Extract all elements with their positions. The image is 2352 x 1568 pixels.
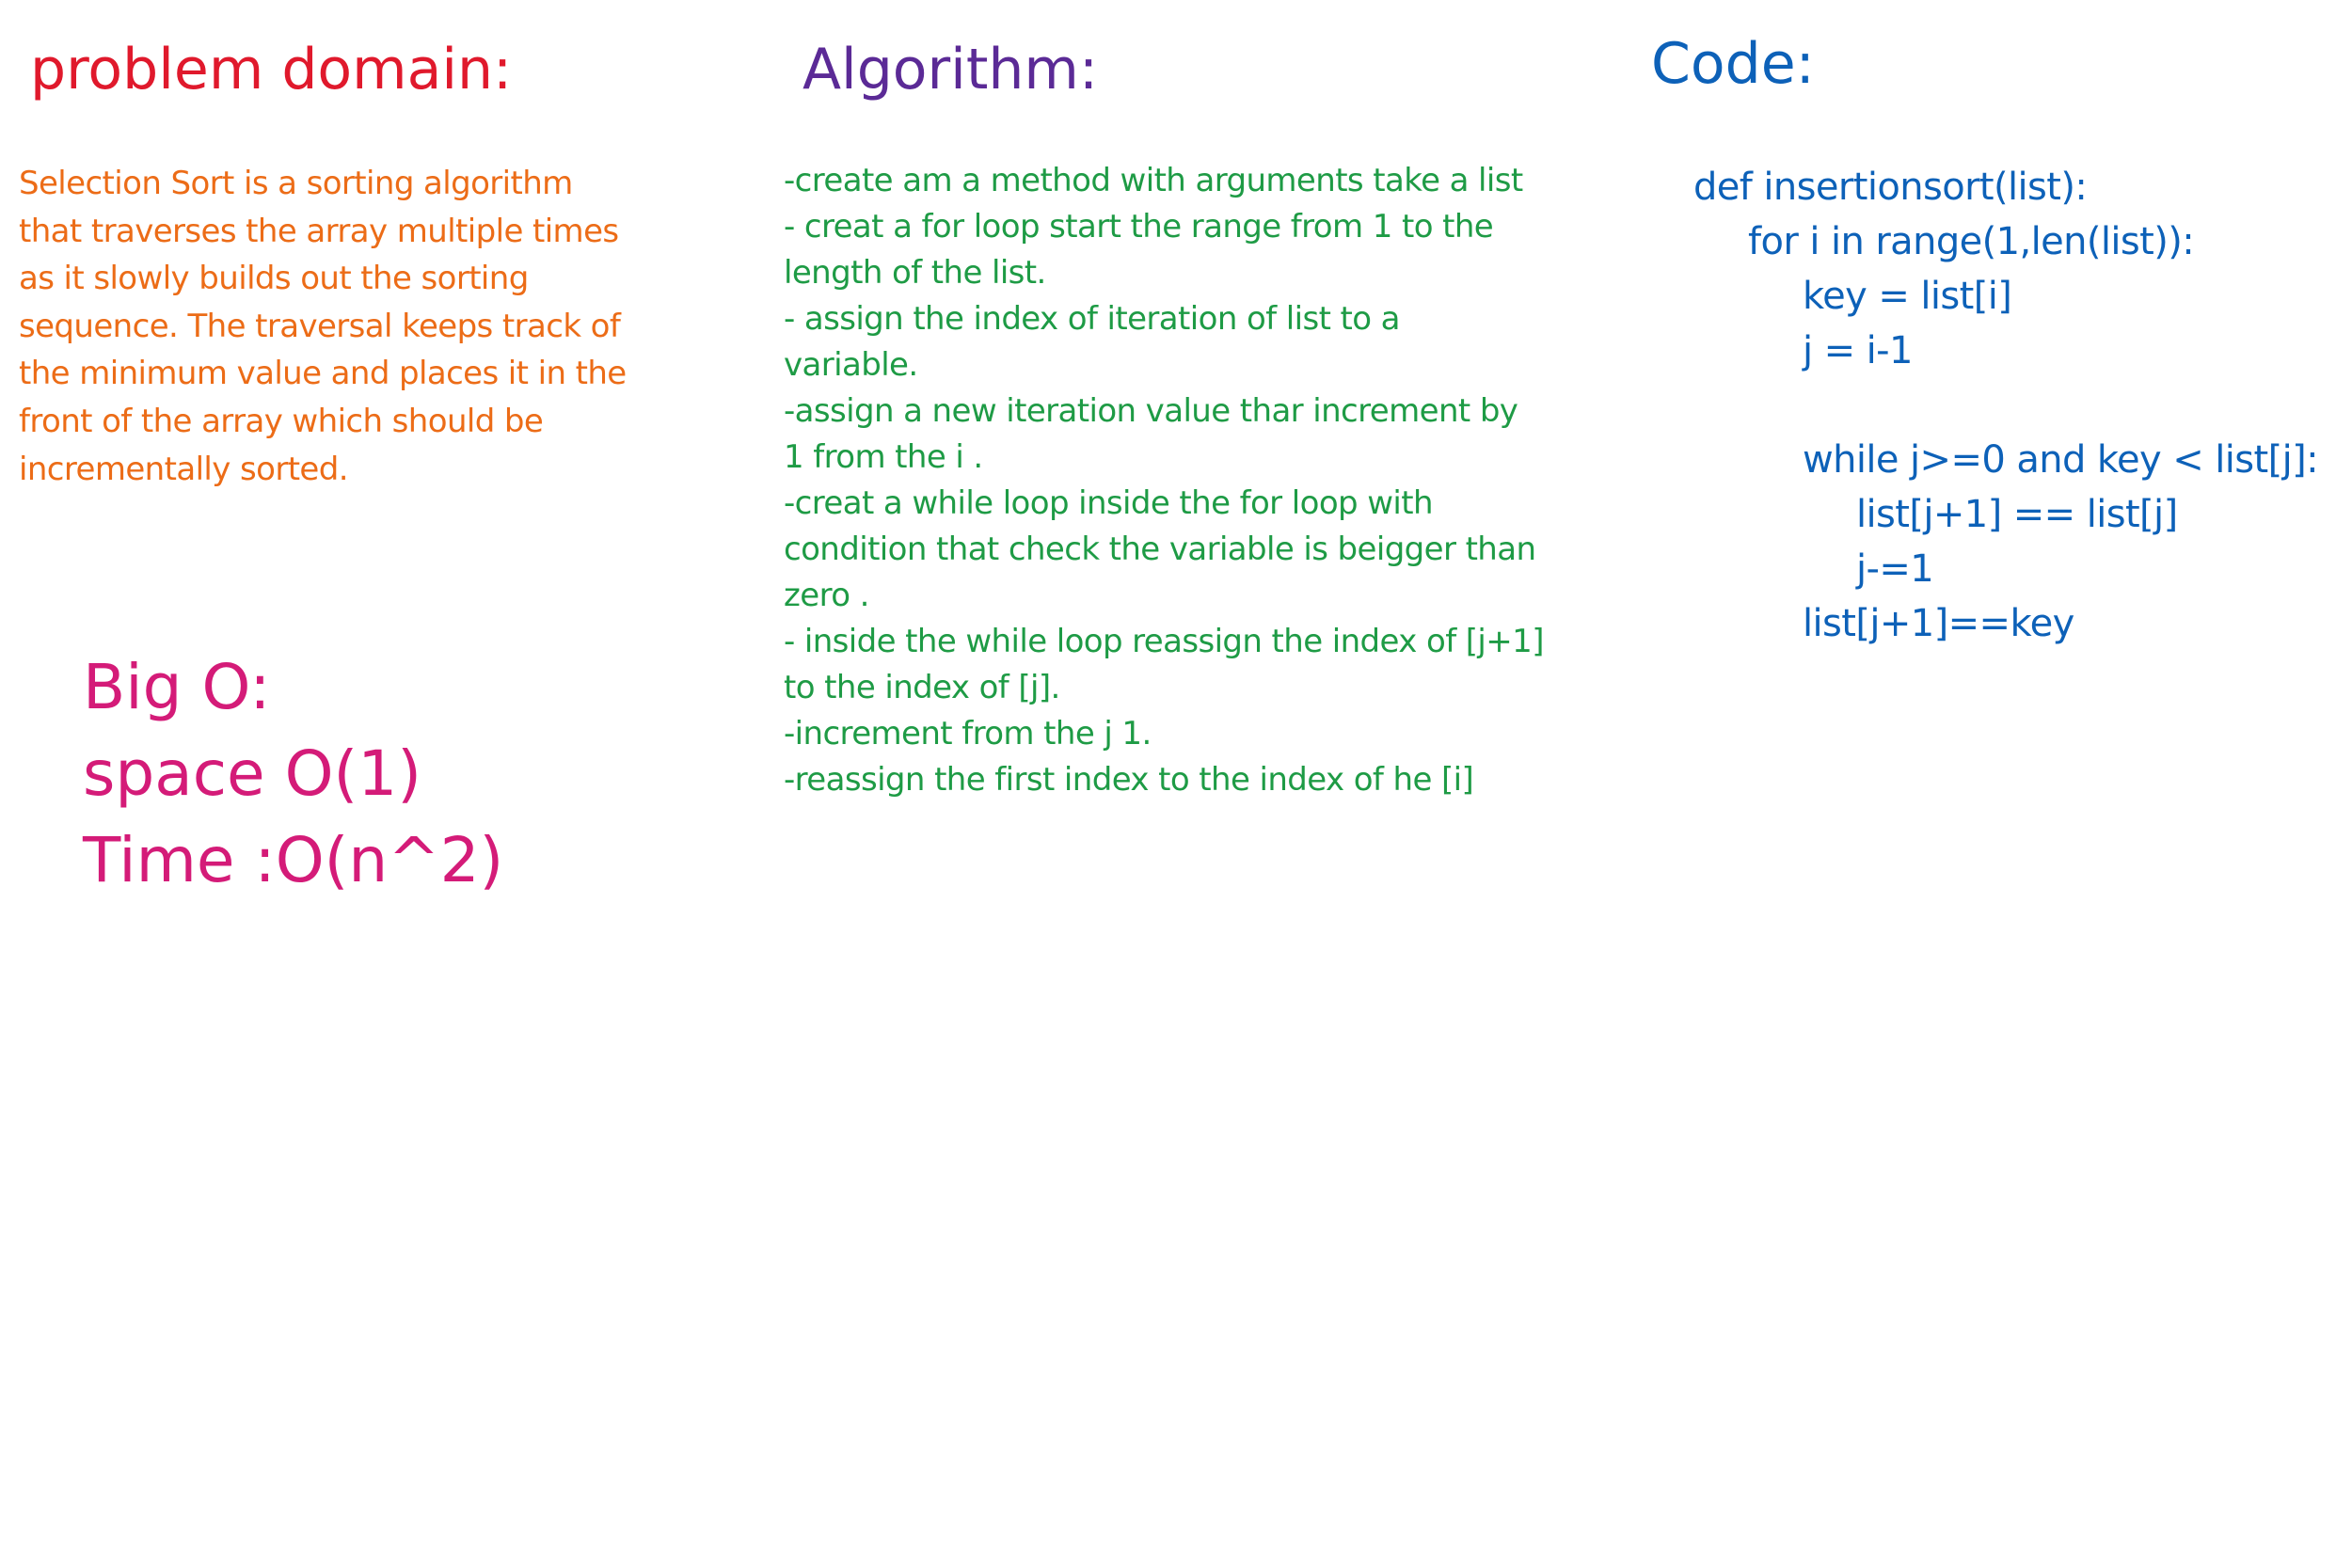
time-complexity: Time :O(n^2) <box>83 824 504 896</box>
algorithm-line: - inside the while loop reassign the ind… <box>784 623 1544 660</box>
problem-domain-description: Selection Sort is a sorting algorithm th… <box>19 160 743 493</box>
problem-domain-heading: problem domain: <box>30 37 513 103</box>
code-line: for i in range(1,len(list)): <box>1748 220 2195 263</box>
big-o-heading: Big O: <box>83 651 271 723</box>
algorithm-line: length of the list. <box>784 254 1046 292</box>
algorithm-line: zero . <box>784 577 869 614</box>
algorithm-line: to the index of [j]. <box>784 669 1060 706</box>
algorithm-line: -assign a new iteration value thar incre… <box>784 392 1518 430</box>
algorithm-line: variable. <box>784 346 918 384</box>
problem-line: incrementally sorted. <box>19 450 349 488</box>
problem-line: that traverses the array multiple times <box>19 212 619 250</box>
problem-line: Selection Sort is a sorting algorithm <box>19 165 573 202</box>
algorithm-line: - creat a for loop start the range from … <box>784 208 1494 245</box>
algorithm-line: condition that check the variable is bei… <box>784 531 1536 568</box>
code-listing: def insertionsort(list): for i in range(… <box>1693 160 2319 651</box>
problem-line: the minimum value and places it in the <box>19 355 627 393</box>
algorithm-line: -create am a method with arguments take … <box>784 162 1523 199</box>
code-line: list[j+1]==key <box>1803 602 2074 645</box>
code-line: while j>=0 and key < list[j]: <box>1803 438 2319 482</box>
algorithm-line: -reassign the first index to the index o… <box>784 761 1474 799</box>
big-o-section: Big O: space O(1) Time :O(n^2) <box>83 644 503 904</box>
code-line: def insertionsort(list): <box>1693 166 2088 209</box>
algorithm-line: -increment from the j 1. <box>784 715 1152 752</box>
code-line: j-=1 <box>1856 547 1934 591</box>
space-complexity: space O(1) <box>83 737 422 810</box>
algorithm-heading: Algorithm: <box>803 37 1099 103</box>
code-line: j = i-1 <box>1803 329 1913 372</box>
algorithm-line: - assign the index of iteration of list … <box>784 300 1400 338</box>
problem-line: sequence. The traversal keeps track of <box>19 307 621 345</box>
code-line: list[j+1] == list[j] <box>1856 493 2178 536</box>
algorithm-line: -creat a while loop inside the for loop … <box>784 484 1434 522</box>
problem-line: front of the array which should be <box>19 402 544 440</box>
problem-line: as it slowly builds out the sorting <box>19 260 529 298</box>
code-heading: Code: <box>1651 31 1815 97</box>
algorithm-steps: -create am a method with arguments take … <box>784 158 1630 803</box>
algorithm-line: 1 from the i . <box>784 438 983 476</box>
code-line: key = list[i] <box>1803 275 2012 318</box>
